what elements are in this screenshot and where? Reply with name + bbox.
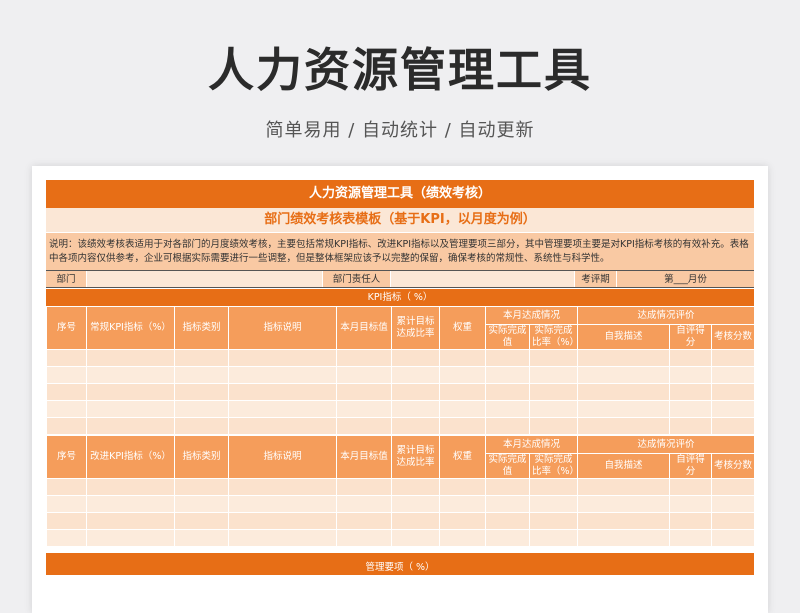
col-achieve-group: 本月达成情况 — [484, 435, 579, 454]
table-row[interactable] — [46, 366, 756, 384]
table-row[interactable] — [46, 349, 756, 367]
col-eval-group: 达成情况评价 — [577, 306, 756, 325]
col-weight: 权重 — [439, 435, 486, 479]
col-no: 序号 — [46, 435, 87, 479]
col-category: 指标类别 — [174, 306, 229, 350]
col-self-score: 自评得分 — [669, 324, 713, 350]
hero-subtitle: 简单易用 / 自动统计 / 自动更新 — [265, 120, 535, 141]
table-row[interactable] — [46, 383, 756, 401]
col-target: 本月目标值 — [336, 435, 392, 479]
sheet-description: 说明：该绩效考核表适用于对各部门的月度绩效考核，主要包括常规KPI指标、改进KP… — [46, 232, 754, 270]
table-row[interactable] — [46, 478, 756, 496]
improvement-kpi-table: 序号 改进KPI指标（%） 指标类别 指标说明 本月目标值 累计目标达成比率 权… — [46, 435, 756, 547]
col-actual-rate: 实际完成比率（%） — [528, 453, 579, 479]
col-actual-rate: 实际完成比率（%） — [528, 324, 579, 350]
col-self-desc: 自我描述 — [577, 324, 671, 350]
col-score: 考核分数 — [711, 453, 756, 479]
col-actual: 实际完成值 — [485, 453, 530, 479]
col-score: 考核分数 — [711, 324, 756, 350]
sheet-title: 人力资源管理工具（绩效考核） — [46, 180, 754, 208]
table-row[interactable] — [46, 417, 756, 435]
hero-title: 人力资源管理工具 — [208, 43, 592, 97]
col-explain: 指标说明 — [228, 435, 337, 479]
management-bar: 管理要项（ %） — [46, 553, 754, 575]
month-value: 第___月份 — [616, 271, 754, 287]
dept-label: 部门 — [56, 274, 76, 285]
sheet-subtitle: 部门绩效考核表模板（基于KPI，以月度为例） — [46, 208, 754, 232]
col-explain: 指标说明 — [228, 306, 337, 350]
col-indicator: 改进KPI指标（%） — [86, 435, 175, 479]
table-row[interactable] — [46, 400, 756, 418]
table-row[interactable] — [46, 512, 756, 530]
col-category: 指标类别 — [174, 435, 229, 479]
col-target: 本月目标值 — [336, 306, 392, 350]
regular-kpi-table: 序号 常规KPI指标（%） 指标类别 指标说明 本月目标值 累计目标达成比率 权… — [46, 306, 756, 435]
col-self-desc: 自我描述 — [577, 453, 671, 479]
col-cumulative: 累计目标达成比率 — [391, 306, 440, 350]
col-self-score: 自评得分 — [669, 453, 713, 479]
period-label: 考评期 — [574, 271, 616, 287]
info-bar: 部门 部门责任人 考评期 第___月份 — [46, 270, 754, 288]
kpi-bar: KPI指标（ %） — [46, 288, 754, 306]
dept-value[interactable] — [86, 271, 322, 287]
spreadsheet-preview: 人力资源管理工具（绩效考核） 部门绩效考核表模板（基于KPI，以月度为例） 说明… — [32, 166, 768, 613]
col-achieve-group: 本月达成情况 — [484, 306, 579, 325]
col-cumulative: 累计目标达成比率 — [391, 435, 440, 479]
sheet-content: 人力资源管理工具（绩效考核） 部门绩效考核表模板（基于KPI，以月度为例） 说明… — [46, 180, 756, 575]
col-no: 序号 — [46, 306, 87, 350]
col-indicator: 常规KPI指标（%） — [86, 306, 175, 350]
table-row[interactable] — [46, 529, 756, 547]
manager-value[interactable] — [390, 271, 574, 287]
col-eval-group: 达成情况评价 — [577, 435, 756, 454]
manager-label: 部门责任人 — [322, 271, 390, 287]
table-row[interactable] — [46, 495, 756, 513]
col-actual: 实际完成值 — [485, 324, 530, 350]
col-weight: 权重 — [439, 306, 486, 350]
